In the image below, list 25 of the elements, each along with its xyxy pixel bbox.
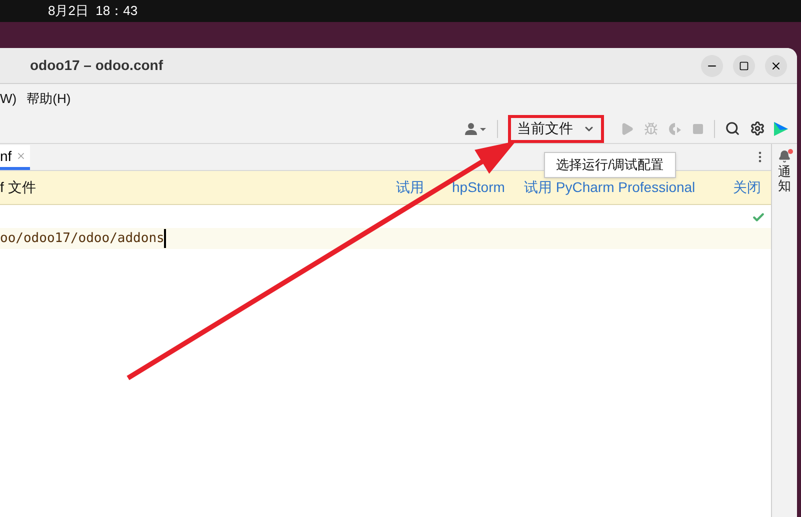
clock: 8月2日 18：43 (48, 2, 138, 20)
logo-icon[interactable] (773, 120, 789, 136)
menu-item[interactable]: 帮助(H) (26, 89, 71, 109)
run-config-dropdown[interactable]: 当前文件 (508, 114, 604, 142)
settings-icon[interactable] (750, 121, 765, 136)
banner-text: f 文件 (0, 178, 37, 197)
code-line: oo/odoo17/odoo/addons (0, 228, 166, 248)
user-icon[interactable] (465, 122, 487, 136)
menu-item[interactable]: W) (0, 89, 17, 109)
banner-link[interactable]: hpStorm (452, 177, 524, 198)
window-title: odoo17 – odoo.conf (30, 56, 164, 75)
close-icon (770, 60, 782, 72)
bell-icon[interactable] (778, 150, 791, 163)
banner-link[interactable]: 试用 (396, 177, 452, 198)
banner-link[interactable]: 关闭 (733, 177, 761, 198)
banner-link[interactable]: 试用 PyCharm Professional (524, 177, 733, 198)
side-panel-label[interactable]: 通知 (778, 165, 791, 194)
close-tab-icon[interactable] (16, 151, 26, 161)
editor-tab[interactable]: nf (0, 145, 30, 170)
search-icon[interactable] (725, 121, 740, 136)
close-button[interactable] (765, 54, 787, 76)
tooltip: 选择运行/调试配置 (544, 152, 676, 178)
maximize-button[interactable] (733, 54, 755, 76)
maximize-icon (739, 60, 749, 70)
check-icon (752, 211, 765, 224)
